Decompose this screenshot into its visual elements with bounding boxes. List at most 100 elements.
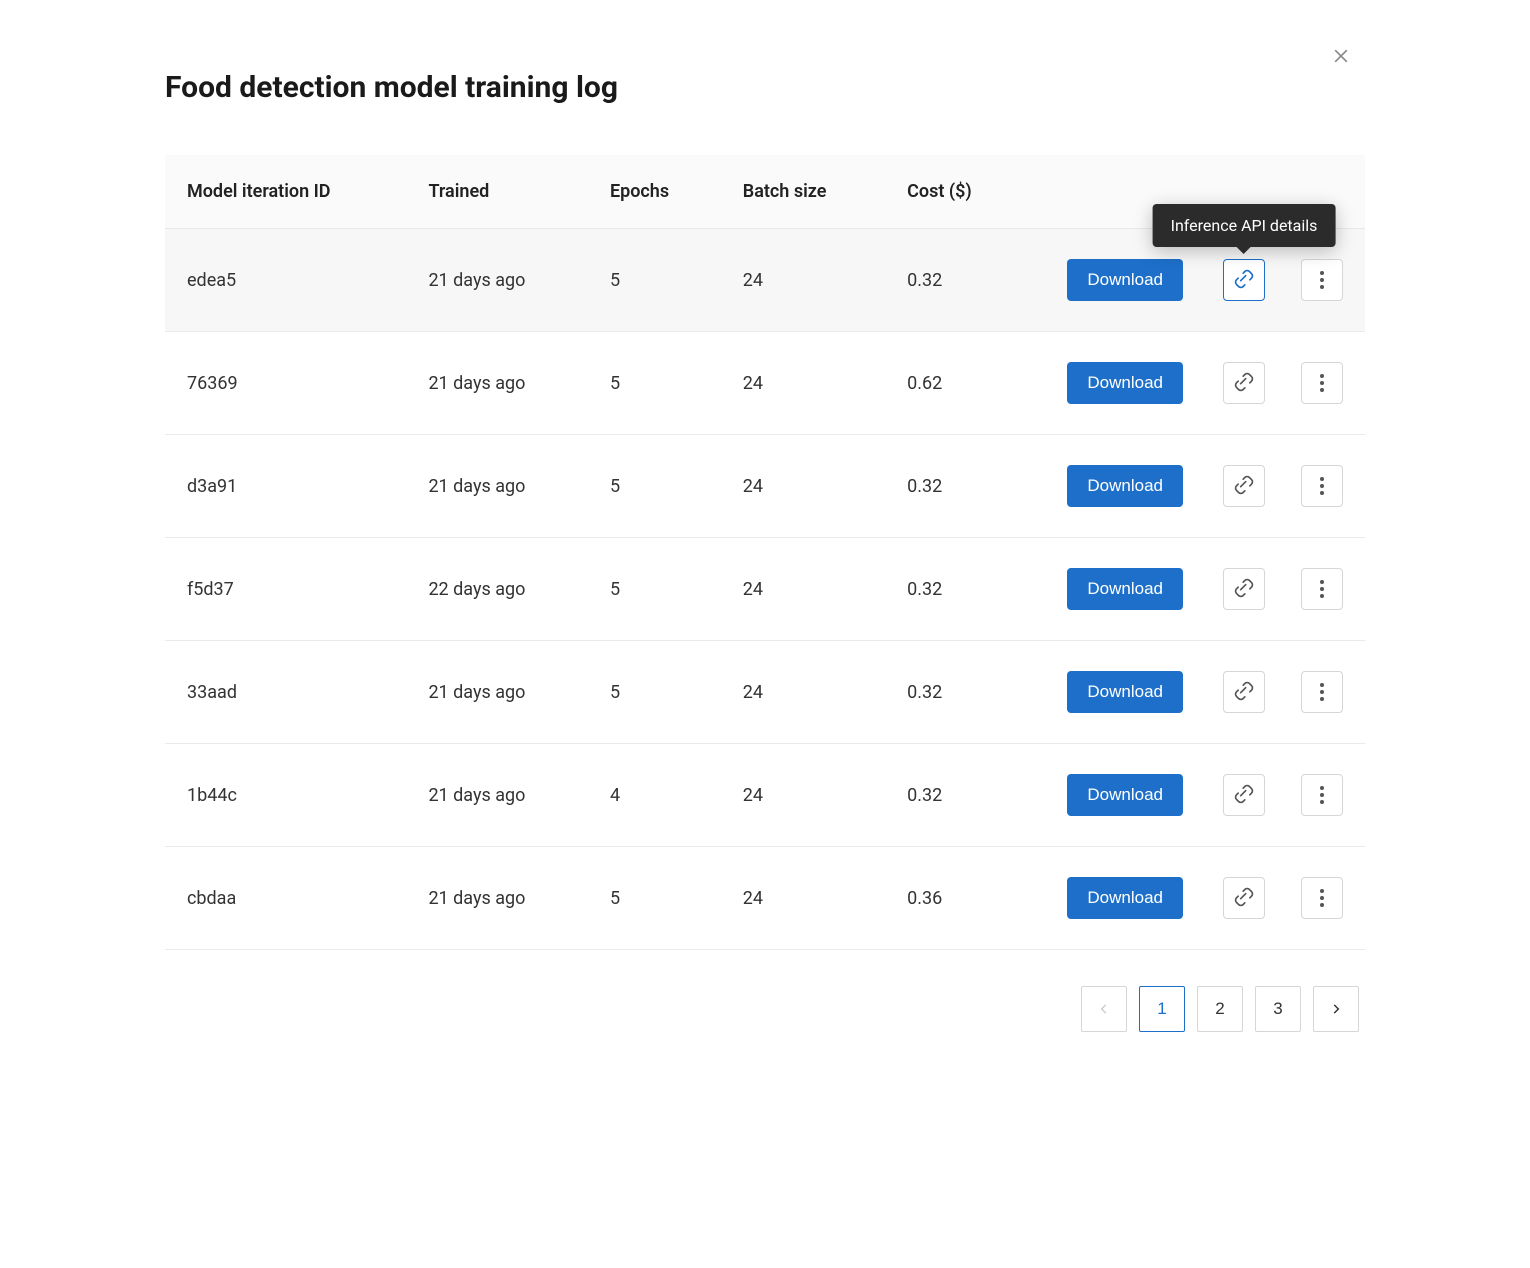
dots-vertical-icon — [1320, 580, 1324, 598]
cell-batch: 24 — [721, 538, 885, 641]
close-button[interactable] — [1323, 38, 1359, 74]
cell-epochs: 5 — [588, 538, 721, 641]
download-button[interactable]: Download — [1067, 568, 1183, 610]
download-button[interactable]: Download — [1067, 465, 1183, 507]
cell-cost: 0.36 — [885, 847, 1025, 950]
page-2-button[interactable]: 2 — [1197, 986, 1243, 1032]
cell-actions: Download — [1025, 847, 1365, 950]
more-actions-button[interactable] — [1301, 465, 1343, 507]
cell-actions: Download — [1025, 538, 1365, 641]
download-button[interactable]: Download — [1067, 877, 1183, 919]
more-actions-button[interactable] — [1301, 568, 1343, 610]
cell-actions: DownloadInference API details — [1025, 229, 1365, 332]
inference-api-button[interactable] — [1223, 259, 1265, 301]
inference-api-button[interactable] — [1223, 568, 1265, 610]
cell-id: f5d37 — [165, 538, 406, 641]
download-button[interactable]: Download — [1067, 362, 1183, 404]
dots-vertical-icon — [1320, 683, 1324, 701]
dots-vertical-icon — [1320, 271, 1324, 289]
chevron-left-icon — [1097, 1002, 1111, 1016]
cell-actions: Download — [1025, 332, 1365, 435]
cell-id: 76369 — [165, 332, 406, 435]
cell-trained: 21 days ago — [406, 229, 588, 332]
inference-api-button[interactable] — [1223, 877, 1265, 919]
col-trained: Trained — [406, 155, 588, 229]
cell-cost: 0.32 — [885, 229, 1025, 332]
cell-cost: 0.32 — [885, 538, 1025, 641]
col-model-id: Model iteration ID — [165, 155, 406, 229]
cell-batch: 24 — [721, 229, 885, 332]
cell-epochs: 5 — [588, 332, 721, 435]
training-log-table: Model iteration ID Trained Epochs Batch … — [165, 155, 1365, 950]
cell-epochs: 5 — [588, 229, 721, 332]
cell-epochs: 4 — [588, 744, 721, 847]
cell-id: d3a91 — [165, 435, 406, 538]
cell-id: edea5 — [165, 229, 406, 332]
cell-cost: 0.62 — [885, 332, 1025, 435]
cell-epochs: 5 — [588, 847, 721, 950]
dots-vertical-icon — [1320, 786, 1324, 804]
col-batch-size: Batch size — [721, 155, 885, 229]
plug-icon — [1234, 475, 1254, 498]
pagination: 1 2 3 — [165, 986, 1365, 1032]
training-log-modal: Food detection model training log Model … — [165, 20, 1365, 1092]
plug-icon — [1234, 887, 1254, 910]
cell-trained: 21 days ago — [406, 435, 588, 538]
close-icon — [1331, 46, 1351, 66]
dots-vertical-icon — [1320, 889, 1324, 907]
table-row: edea521 days ago5240.32DownloadInference… — [165, 229, 1365, 332]
plug-icon — [1234, 372, 1254, 395]
dots-vertical-icon — [1320, 374, 1324, 392]
table-row: 7636921 days ago5240.62 Download — [165, 332, 1365, 435]
cell-id: 33aad — [165, 641, 406, 744]
more-actions-button[interactable] — [1301, 774, 1343, 816]
download-button[interactable]: Download — [1067, 774, 1183, 816]
plug-icon — [1234, 269, 1254, 292]
more-actions-button[interactable] — [1301, 259, 1343, 301]
more-actions-button[interactable] — [1301, 671, 1343, 713]
cell-cost: 0.32 — [885, 435, 1025, 538]
tooltip-inference-api: Inference API details — [1153, 204, 1336, 247]
page-1-button[interactable]: 1 — [1139, 986, 1185, 1032]
more-actions-button[interactable] — [1301, 877, 1343, 919]
cell-trained: 21 days ago — [406, 641, 588, 744]
cell-batch: 24 — [721, 847, 885, 950]
page-prev-button[interactable] — [1081, 986, 1127, 1032]
page-next-button[interactable] — [1313, 986, 1359, 1032]
cell-trained: 22 days ago — [406, 538, 588, 641]
cell-batch: 24 — [721, 744, 885, 847]
download-button[interactable]: Download — [1067, 259, 1183, 301]
inference-api-button[interactable] — [1223, 465, 1265, 507]
dots-vertical-icon — [1320, 477, 1324, 495]
table-row: d3a9121 days ago5240.32 Download — [165, 435, 1365, 538]
cell-batch: 24 — [721, 435, 885, 538]
col-cost: Cost ($) — [885, 155, 1025, 229]
col-epochs: Epochs — [588, 155, 721, 229]
page-title: Food detection model training log — [165, 70, 1365, 105]
cell-epochs: 5 — [588, 641, 721, 744]
inference-api-button[interactable] — [1223, 774, 1265, 816]
more-actions-button[interactable] — [1301, 362, 1343, 404]
chevron-right-icon — [1329, 1002, 1343, 1016]
cell-id: cbdaa — [165, 847, 406, 950]
inference-api-button[interactable] — [1223, 671, 1265, 713]
download-button[interactable]: Download — [1067, 671, 1183, 713]
plug-icon — [1234, 681, 1254, 704]
cell-trained: 21 days ago — [406, 332, 588, 435]
inference-api-button[interactable] — [1223, 362, 1265, 404]
cell-trained: 21 days ago — [406, 744, 588, 847]
table-row: 1b44c21 days ago4240.32 Download — [165, 744, 1365, 847]
cell-id: 1b44c — [165, 744, 406, 847]
plug-icon — [1234, 578, 1254, 601]
cell-batch: 24 — [721, 641, 885, 744]
cell-actions: Download — [1025, 744, 1365, 847]
cell-batch: 24 — [721, 332, 885, 435]
cell-epochs: 5 — [588, 435, 721, 538]
table-row: f5d3722 days ago5240.32 Download — [165, 538, 1365, 641]
cell-actions: Download — [1025, 641, 1365, 744]
cell-cost: 0.32 — [885, 744, 1025, 847]
plug-icon — [1234, 784, 1254, 807]
table-row: cbdaa21 days ago5240.36Download — [165, 847, 1365, 950]
cell-actions: Download — [1025, 435, 1365, 538]
page-3-button[interactable]: 3 — [1255, 986, 1301, 1032]
